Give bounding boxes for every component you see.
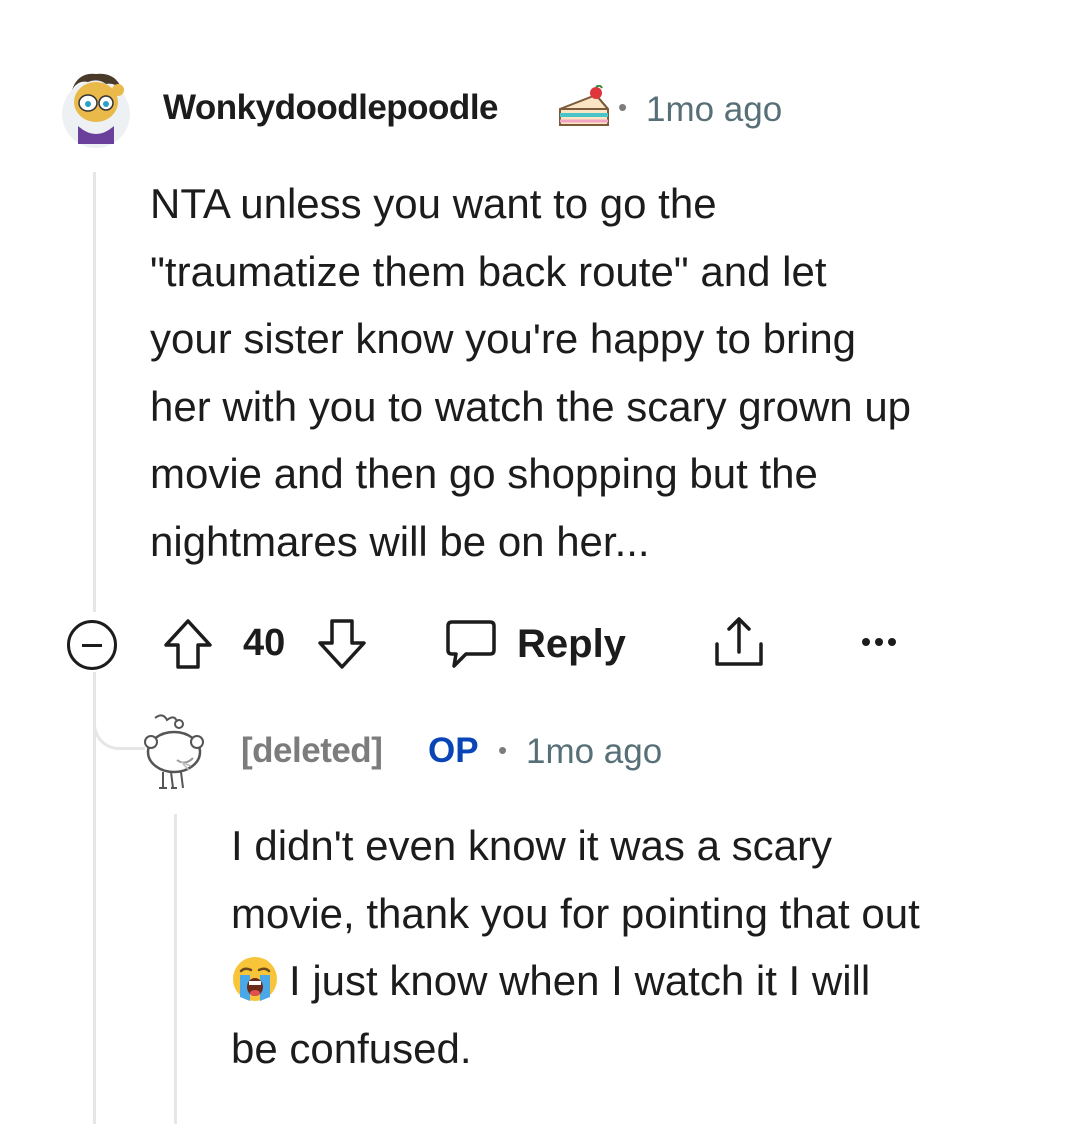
reply-body: I didn't even know it was a scary movie,… [231,812,1051,1082]
more-dots-icon[interactable] [856,630,902,654]
thread-connector [93,672,145,750]
thread-line[interactable] [93,172,96,612]
user-avatar[interactable] [58,68,134,148]
reply-thread-line[interactable] [174,814,177,1124]
loudly-crying-face-icon [231,955,279,1003]
cake-slice-icon [556,84,612,133]
speech-bubble-icon[interactable] [444,618,498,670]
reply-button[interactable]: Reply [517,622,626,667]
username[interactable]: Wonkydoodlepoodle [163,88,499,128]
reply-body-line1: I didn't even know it was a scary movie,… [231,822,920,937]
deleted-username: [deleted] [241,731,383,770]
op-badge: OP [428,731,479,770]
deleted-snoo-icon[interactable] [141,712,207,792]
timestamp: 1mo ago [526,732,663,771]
reply-body-line2: I just know when I watch it I will be co… [231,957,871,1072]
upvote-arrow-icon[interactable] [162,617,214,671]
separator-dot: • [618,92,628,122]
downvote-arrow-icon[interactable] [316,617,368,671]
separator-dot: • [498,735,508,765]
share-icon[interactable] [711,614,767,670]
vote-count: 40 [243,622,286,664]
timestamp: 1mo ago [646,90,783,129]
snoo-avatar-icon [62,73,130,148]
thread-line[interactable] [93,672,96,1124]
comment-body: NTA unless you want to go the "traumatiz… [150,180,912,565]
collapse-icon[interactable] [67,620,117,670]
